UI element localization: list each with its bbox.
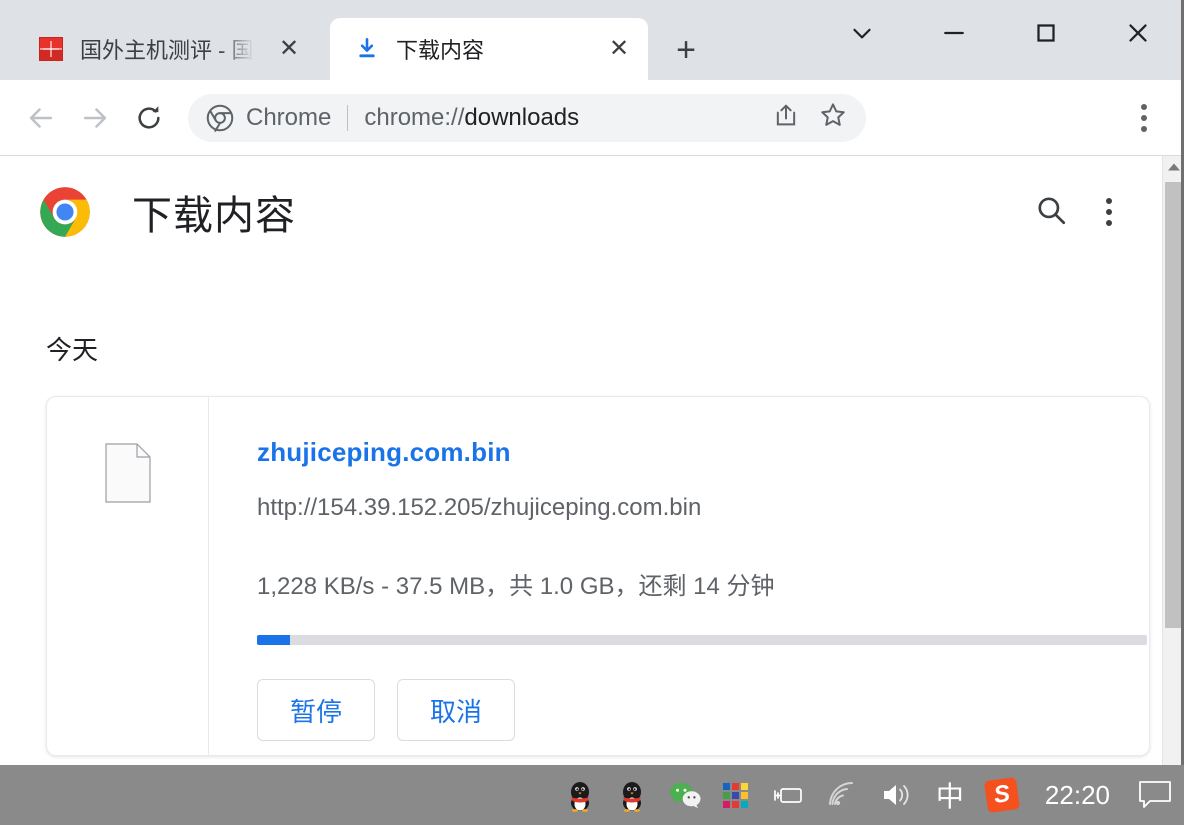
downloads-page: 下载内容 zhujiceping.com 今天 xyxy=(0,156,1184,765)
section-label-today: 今天 xyxy=(46,335,99,365)
search-icon[interactable] xyxy=(1034,193,1068,232)
file-source-url: http://154.39.152.205/zhujiceping.com.bi… xyxy=(257,494,702,521)
qq-favicon-icon xyxy=(38,36,64,62)
share-icon[interactable] xyxy=(772,101,800,134)
address-bar[interactable]: Chrome chrome://downloads xyxy=(188,93,866,142)
tab-close-icon[interactable]: ✕ xyxy=(604,34,634,64)
sogou-icon[interactable]: S xyxy=(975,765,1029,825)
header-actions xyxy=(1034,193,1112,232)
download-details: zhujiceping.com.bin http://154.39.152.20… xyxy=(209,397,1149,755)
tab-strip: 国外主机测评 - 国 ✕ 下载内容 ✕ + xyxy=(0,0,1184,80)
tab-title: 国外主机测评 - 国 xyxy=(80,38,254,63)
qq-icon-1[interactable] xyxy=(554,765,606,825)
tab-guowai-zhuji-ceping[interactable]: 国外主机测评 - 国 ✕ xyxy=(14,18,318,80)
tab-downloads[interactable]: 下载内容 ✕ xyxy=(330,18,648,80)
omnibox-actions xyxy=(772,100,848,135)
wifi-icon[interactable] xyxy=(815,765,869,825)
minimize-button[interactable] xyxy=(908,0,1000,66)
volume-icon[interactable] xyxy=(869,765,925,825)
file-icon-column xyxy=(47,397,209,755)
url-scheme: chrome:// xyxy=(364,103,465,131)
back-button[interactable] xyxy=(14,91,68,145)
system-tray: 中 S 22:20 xyxy=(554,765,1184,825)
browser-toolbar: Chrome chrome://downloads xyxy=(0,80,1184,156)
wechat-icon[interactable] xyxy=(658,765,712,825)
color-grid-icon xyxy=(722,782,748,808)
url-host: downloads xyxy=(464,103,580,131)
sogou-label: S xyxy=(983,776,1020,814)
url-text: chrome://downloads xyxy=(364,104,579,132)
reload-button[interactable] xyxy=(122,91,176,145)
file-name-link[interactable]: zhujiceping.com.bin xyxy=(257,437,1149,468)
more-vertical-icon xyxy=(1141,103,1147,132)
ime-icon[interactable]: 中 xyxy=(925,765,975,825)
new-tab-button[interactable]: + xyxy=(664,30,708,70)
browser-menu-button[interactable] xyxy=(1122,96,1166,140)
notification-icon[interactable] xyxy=(1126,765,1184,825)
ime-label: 中 xyxy=(935,781,964,812)
app-grid-icon[interactable] xyxy=(712,765,759,825)
qq-icon-2[interactable] xyxy=(606,765,658,825)
browser-window: 国外主机测评 - 国 ✕ 下载内容 ✕ + Chrome chrome://do… xyxy=(0,0,1184,825)
chrome-chip-label: Chrome xyxy=(246,103,332,131)
download-icon xyxy=(354,36,380,62)
page-menu-icon[interactable] xyxy=(1106,198,1112,226)
chrome-icon xyxy=(206,104,234,132)
page-title: 下载内容 xyxy=(132,194,296,238)
taskbar-clock[interactable]: 22:20 xyxy=(1029,765,1126,825)
file-document-icon xyxy=(104,443,151,503)
tab-search-button[interactable] xyxy=(816,0,908,66)
chrome-logo-icon xyxy=(38,185,92,239)
maximize-button[interactable] xyxy=(1000,0,1092,66)
battery-icon[interactable] xyxy=(759,765,815,825)
cancel-button[interactable]: 取消 xyxy=(397,679,515,741)
tab-title: 下载内容 xyxy=(396,38,485,63)
download-item-card[interactable]: zhujiceping.com.bin http://154.39.152.20… xyxy=(46,396,1150,756)
close-button[interactable] xyxy=(1092,0,1184,66)
download-actions: 暂停 取消 xyxy=(257,679,1149,741)
download-progress-fill xyxy=(257,635,290,645)
forward-button[interactable] xyxy=(68,91,122,145)
download-status-text: 1,228 KB/s - 37.5 MB，共 1.0 GB，还剩 14 分钟 xyxy=(257,573,775,600)
download-progress-bar xyxy=(257,635,1147,645)
windows-taskbar: 中 S 22:20 xyxy=(0,765,1184,825)
tab-close-icon[interactable]: ✕ xyxy=(274,34,304,64)
window-controls xyxy=(816,0,1184,66)
pause-button[interactable]: 暂停 xyxy=(257,679,375,741)
downloads-header: 下载内容 xyxy=(0,156,1154,268)
omnibox-divider xyxy=(347,104,349,131)
bookmark-star-icon[interactable] xyxy=(818,100,848,135)
